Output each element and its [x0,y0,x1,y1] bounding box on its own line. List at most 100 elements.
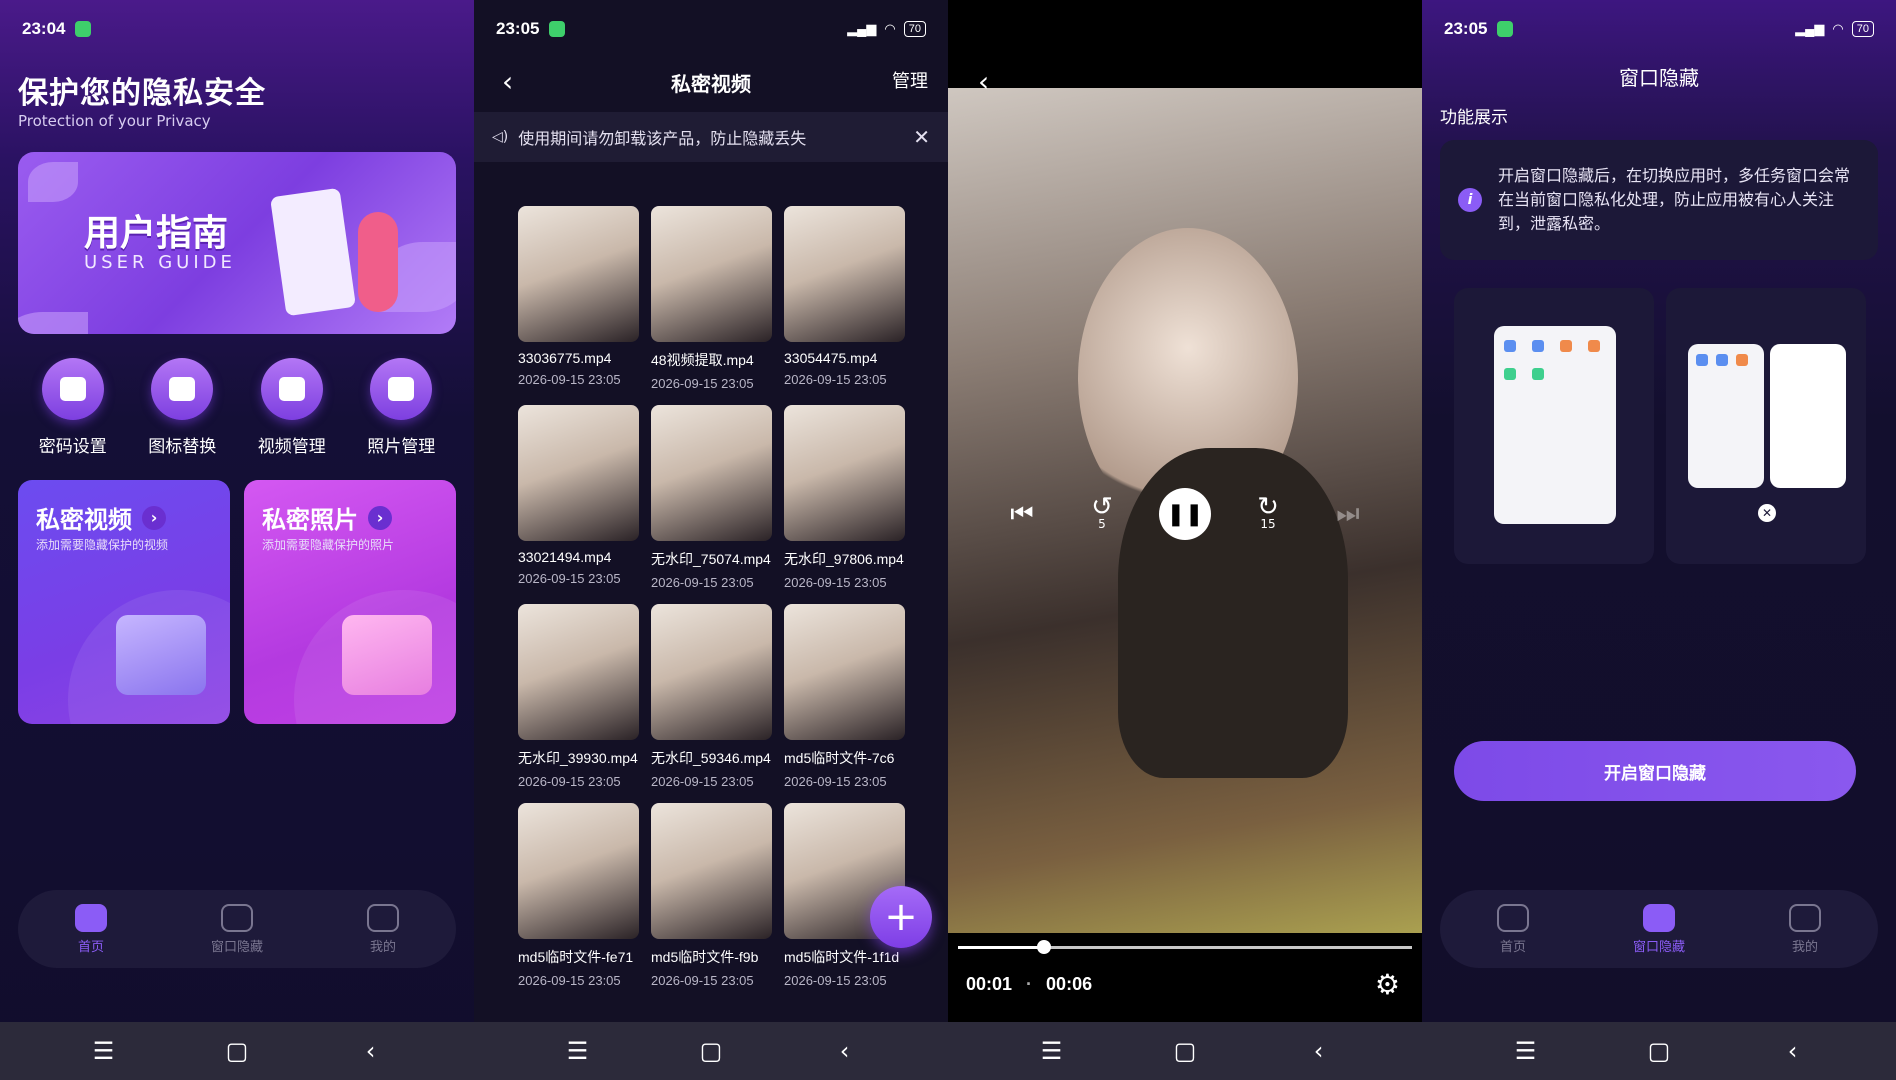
back-button[interactable]: ‹ [1289,1037,1349,1065]
back-button[interactable]: ‹ [815,1037,875,1065]
video-name: 33054475.mp4 [784,350,878,366]
video-item[interactable]: 33021494.mp4 2026-09-15 23:05 [518,405,639,590]
recents-button[interactable]: ☰ [1496,1037,1556,1065]
rewind-icon[interactable]: ↺ 5 [1079,491,1125,537]
tab-label: 我的 [369,939,396,955]
person-illustration [358,212,398,312]
video-item[interactable]: 无水印_39930.mp4 2026-09-15 23:05 [518,604,639,789]
video-thumbnail [784,405,905,541]
tab-label: 首页 [77,939,104,955]
home-button[interactable]: ▢ [1629,1037,1689,1065]
recents-button[interactable]: ☰ [74,1037,134,1065]
video-name: md5临时文件-fe71 [518,949,634,965]
video-folder-icon [116,615,206,695]
video-player-screen: ‹ ⏮ ↺ 5 ❚❚ ↻ 15 ⏭ 00:01 · 00:06 ⚙ ☰ ▢ ‹ [948,0,1422,1080]
video-item[interactable]: md5临时文件-7c6 2026-09-15 23:05 [784,604,905,789]
status-time: 23:05 [496,19,540,38]
recents-button[interactable]: ☰ [1022,1037,1082,1065]
card-subtitle: 添加需要隐藏保护的照片 [262,538,395,552]
quick-photo-manage[interactable]: 照片管理 [351,358,451,457]
home-screen: 23:04 保护您的隐私安全 Protection of your Privac… [0,0,474,1080]
player-controls: ⏮ ↺ 5 ❚❚ ↻ 15 ⏭ [948,488,1422,540]
home-button[interactable]: ▢ [1155,1037,1215,1065]
video-thumbnail [784,604,905,740]
pause-button[interactable]: ❚❚ [1159,488,1211,540]
recents-button[interactable]: ☰ [548,1037,608,1065]
home-button[interactable]: ▢ [207,1037,267,1065]
video-name: 33021494.mp4 [518,549,612,565]
user-guide-banner[interactable]: 用户指南 USER GUIDE [18,152,456,334]
tab-window-hide[interactable]: 窗口隐藏 [192,903,282,955]
battery-icon: 70 [903,21,926,37]
page-title: 私密视频 [671,71,751,96]
video-date: 2026-09-15 23:05 [651,973,754,988]
video-thumbnail [651,405,772,541]
system-nav-bar: ☰ ▢ ‹ [474,1022,948,1080]
quick-label: 密码设置 [38,437,107,457]
hero-title: 保护您的隐私安全 [18,76,266,111]
video-item[interactable]: 无水印_59346.mp4 2026-09-15 23:05 [651,604,772,789]
private-photo-card[interactable]: 私密照片 › 添加需要隐藏保护的照片 [244,480,456,724]
info-text: 开启窗口隐藏后，在切换应用时，多任务窗口会常在当前窗口隐私化处理，防止应用被有心… [1498,166,1851,233]
tab-window-hide[interactable]: 窗口隐藏 [1614,903,1704,955]
video-item[interactable]: 无水印_97806.mp4 2026-09-15 23:05 [784,405,905,590]
playback-time: 00:01 · 00:06 [966,974,1092,995]
video-date: 2026-09-15 23:05 [651,376,754,391]
next-icon[interactable]: ⏭ [1325,491,1371,537]
card-title: 私密照片 [262,506,358,534]
close-icon[interactable]: ✕ [913,125,930,149]
duration: 00:06 [1046,974,1093,994]
add-video-button[interactable]: + [870,886,932,948]
guide-title: 用户指南 [84,213,229,254]
video-name: md5临时文件-f9b [651,949,759,965]
video-item[interactable]: 33054475.mp4 2026-09-15 23:05 [784,206,905,391]
tab-mine[interactable]: 我的 [338,903,428,955]
camera-illustration-icon [342,615,432,695]
video-item[interactable]: md5临时文件-fe71 2026-09-15 23:05 [518,803,639,988]
video-name: 无水印_97806.mp4 [784,551,904,567]
video-item[interactable]: 48视频提取.mp4 2026-09-15 23:05 [651,206,772,391]
profile-icon [1789,903,1821,932]
private-video-screen: 23:05 ▂▄▆ ◠ 70 ‹ 私密视频 管理 ◁) 使用期间请勿卸载该产品，防止… [474,0,948,1080]
video-item[interactable]: 无水印_75074.mp4 2026-09-15 23:05 [651,405,772,590]
video-thumbnail [651,604,772,740]
tab-home[interactable]: 首页 [1468,903,1558,955]
tab-label: 窗口隐藏 [1632,939,1685,955]
profile-icon [367,903,399,932]
progress-bar[interactable] [958,940,1412,954]
rewind-seconds: 5 [1098,517,1106,531]
manage-button[interactable]: 管理 [892,58,928,106]
video-grid: 33036775.mp4 2026-09-15 23:05 48视频提取.mp4 20… [518,206,918,988]
chevron-right-icon: › [368,505,392,530]
video-item[interactable]: 33036775.mp4 2026-09-15 23:05 [518,206,639,391]
video-name: 无水印_59346.mp4 [651,750,771,766]
lock-icon [41,358,104,420]
current-time: 00:01 [966,974,1013,994]
progress-knob[interactable] [1037,940,1052,954]
video-date: 2026-09-15 23:05 [784,774,887,789]
progress-fill [958,946,1045,949]
back-button[interactable]: ‹ [1763,1037,1823,1065]
page-title: 窗口隐藏 [1619,66,1699,90]
video-thumbnail [518,803,639,939]
quick-video-manage[interactable]: 视频管理 [242,358,342,457]
enable-window-hide-button[interactable]: 开启窗口隐藏 [1454,741,1856,801]
info-icon: i [1458,188,1482,212]
tab-home[interactable]: 首页 [46,903,136,955]
private-video-card[interactable]: 私密视频 › 添加需要隐藏保护的视频 [18,480,230,724]
wifi-icon: ◠ [1832,21,1844,36]
signal-icon: ▂▄▆ [847,21,877,36]
tab-mine[interactable]: 我的 [1760,903,1850,955]
quick-icon-replace[interactable]: 图标替换 [132,358,232,457]
back-button[interactable]: ‹ [341,1037,401,1065]
forward-icon[interactable]: ↻ 15 [1245,491,1291,537]
quick-password-settings[interactable]: 密码设置 [23,358,123,457]
video-item[interactable]: md5临时文件-f9b 2026-09-15 23:05 [651,803,772,988]
back-icon[interactable]: ‹ [978,58,989,106]
gear-icon[interactable]: ⚙ [1375,968,1400,1001]
battery-icon: 70 [1851,21,1874,37]
video-thumbnail [518,405,639,541]
home-button[interactable]: ▢ [681,1037,741,1065]
tab-label: 我的 [1791,939,1818,955]
previous-icon[interactable]: ⏮ [999,491,1045,537]
